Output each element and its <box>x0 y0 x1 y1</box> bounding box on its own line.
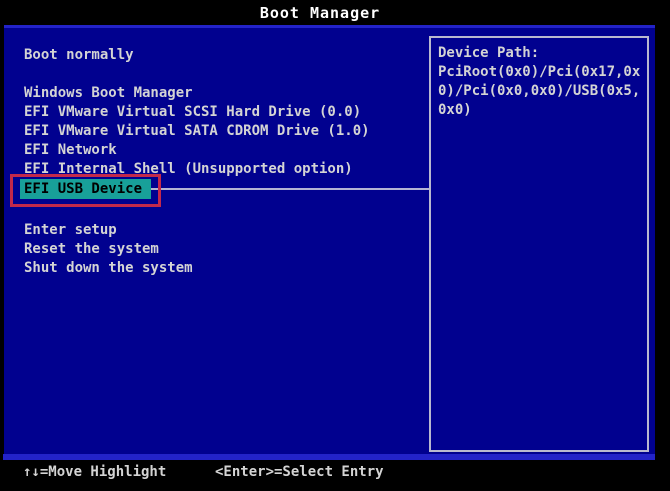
device-path-line: PciRoot(0x0)/Pci(0x17,0x <box>438 63 647 82</box>
menu-item-efi-network[interactable]: EFI Network <box>24 141 117 160</box>
page-title: Boot Manager <box>0 4 640 24</box>
selection-annotation-box <box>10 174 161 207</box>
boot-manager-screen: Boot Manager Boot normally Windows Boot … <box>0 0 670 491</box>
device-path-heading: Device Path: <box>438 44 647 63</box>
menu-item-windows-boot-manager[interactable]: Windows Boot Manager <box>24 84 193 103</box>
menu-item-shutdown-system[interactable]: Shut down the system <box>24 259 193 278</box>
menu-item-boot-normally[interactable]: Boot normally <box>24 46 134 65</box>
move-highlight-hint: ↑↓=Move Highlight <box>23 463 166 482</box>
select-entry-hint: <Enter>=Select Entry <box>215 463 384 482</box>
menu-item-reset-system[interactable]: Reset the system <box>24 240 159 259</box>
device-path-line: 0x0) <box>438 101 647 120</box>
footer-hint-bar: ↑↓=Move Highlight <Enter>=Select Entry <box>0 460 670 491</box>
menu-item-efi-scsi-hard-drive[interactable]: EFI VMware Virtual SCSI Hard Drive (0.0) <box>24 103 361 122</box>
menu-item-efi-sata-cdrom-drive[interactable]: EFI VMware Virtual SATA CDROM Drive (1.0… <box>24 122 370 141</box>
device-path-panel: Device Path: PciRoot(0x0)/Pci(0x17,0x 0)… <box>429 36 649 452</box>
selected-row-line <box>151 188 429 190</box>
menu-item-enter-setup[interactable]: Enter setup <box>24 221 117 240</box>
device-path-line: 0)/Pci(0x0,0x0)/USB(0x5, <box>438 82 647 101</box>
panel-top-edge <box>4 25 655 28</box>
